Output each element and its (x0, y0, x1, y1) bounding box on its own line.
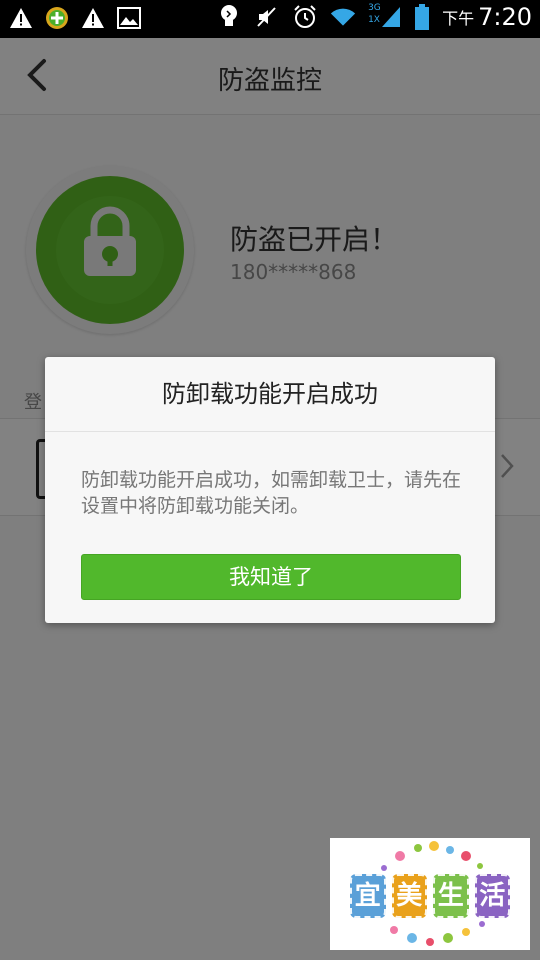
alarm-icon (292, 4, 318, 30)
watermark-char: 活 (474, 874, 510, 918)
lightbulb-icon (216, 4, 242, 30)
watermark-char: 宜 (350, 874, 386, 918)
battery-icon (414, 4, 430, 30)
watermark-logo: 宜 美 生 活 (330, 838, 530, 950)
status-bar: 3G 1X 下午 7:20 (0, 0, 540, 38)
warning-icon (80, 5, 106, 31)
watermark-text: 宜 美 生 活 (350, 874, 510, 918)
warning-icon (8, 5, 34, 31)
signal-icon: 3G 1X (368, 3, 402, 30)
status-ampm: 下午 (442, 9, 475, 28)
network-badge-top: 3G (368, 3, 381, 13)
image-icon (116, 5, 142, 31)
status-time: 7:20 (478, 3, 532, 31)
mute-icon (254, 4, 280, 30)
uninstall-protection-dialog: 防卸载功能开启成功 防卸载功能开启成功，如需卸载卫士，请先在设置中将防卸载功能关… (45, 357, 495, 623)
dialog-message: 防卸载功能开启成功，如需卸载卫士，请先在设置中将防卸载功能关闭。 (81, 469, 462, 517)
watermark-char: 生 (433, 874, 469, 918)
wifi-icon (330, 4, 356, 30)
confirm-button[interactable]: 我知道了 (81, 554, 461, 600)
shield-plus-icon (44, 5, 70, 31)
network-badge-bottom: 1X (368, 15, 380, 25)
watermark-char: 美 (391, 874, 427, 918)
dialog-title: 防卸载功能开启成功 (45, 357, 495, 432)
